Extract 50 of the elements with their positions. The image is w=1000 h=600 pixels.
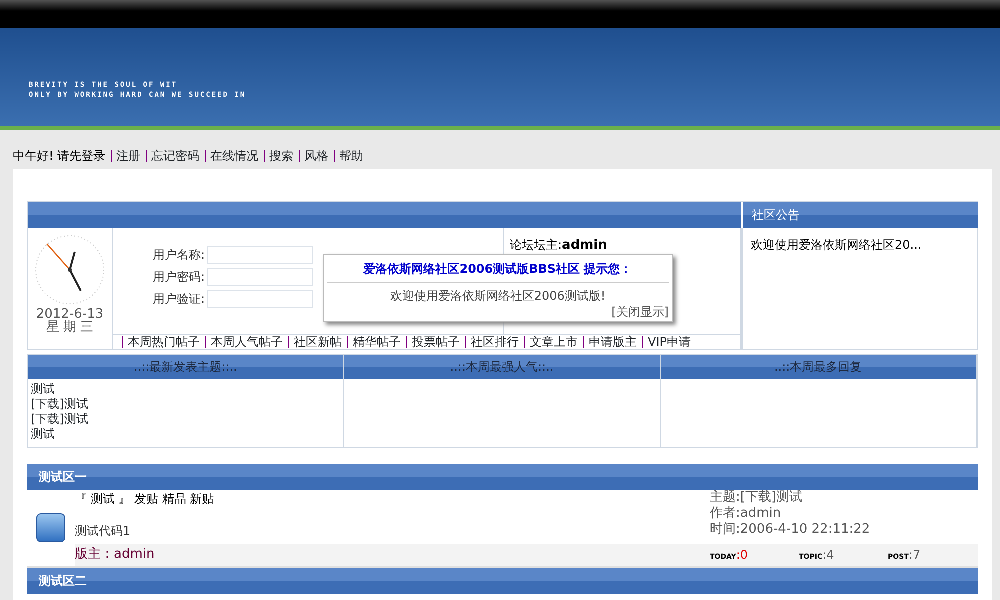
count-value: :7 bbox=[908, 548, 921, 562]
nav-link[interactable]: 忘记密码 bbox=[146, 150, 200, 162]
popup-title: 爱洛依斯网络社区2006测试版BBS社区 提示您： bbox=[327, 257, 669, 283]
forum-description: 测试代码1 bbox=[75, 523, 132, 540]
section-title: 测试区一 bbox=[27, 464, 978, 490]
topic-link[interactable]: 测试 bbox=[31, 427, 340, 442]
count-value: :0 bbox=[736, 548, 748, 562]
forum-name[interactable]: 『 测试 』 发贴 精品 新贴 bbox=[75, 490, 710, 508]
count-value: :4 bbox=[822, 548, 834, 562]
last-time: 时间:2006-4-10 22:11:22 bbox=[710, 522, 872, 538]
topic-link[interactable]: [下载]测试 bbox=[31, 412, 340, 427]
input-field[interactable] bbox=[207, 290, 314, 308]
owner-name: admin bbox=[562, 238, 608, 253]
nav-link[interactable]: 在线情况 bbox=[204, 150, 259, 162]
last-topic[interactable]: 主题:[下载]测试 bbox=[710, 490, 978, 506]
input-field[interactable] bbox=[207, 246, 314, 264]
quick-link[interactable]: 文章上市 bbox=[524, 336, 578, 348]
popup-message: 欢迎使用爱洛依斯网络社区2006测试版! bbox=[390, 288, 606, 304]
weekday-text: 星 期 三 bbox=[45, 321, 95, 334]
field-label: 用户名称: bbox=[153, 247, 206, 264]
field-label: 用户密码: bbox=[153, 269, 206, 286]
quick-link[interactable]: 申请版主 bbox=[583, 336, 637, 348]
topic-link[interactable]: 测试 bbox=[31, 382, 340, 397]
nav-link[interactable]: 搜索 bbox=[264, 150, 294, 162]
column-header: ..::本周最多回复 bbox=[660, 355, 977, 379]
quick-link[interactable]: VIP申请 bbox=[642, 336, 691, 348]
topic-link[interactable]: [下载]测试 bbox=[31, 397, 340, 412]
last-author: 作者:admin bbox=[710, 506, 782, 522]
column-header: ..::本周最强人气::.. bbox=[344, 355, 661, 379]
owner-label: 论坛坛主: bbox=[510, 238, 562, 252]
nav-link[interactable]: 帮助 bbox=[334, 150, 364, 162]
quick-link[interactable]: 社区排行 bbox=[465, 336, 519, 348]
quick-link[interactable]: 社区新帖 bbox=[288, 336, 342, 348]
moderator-text: 版主：admin bbox=[75, 546, 156, 564]
close-link[interactable]: [关闭显示] bbox=[327, 304, 669, 320]
date-text: 2012-6-13 bbox=[35, 308, 105, 321]
forum-icon bbox=[36, 513, 66, 543]
notice-text: 欢迎使用爱洛依斯网络社区20... bbox=[741, 228, 978, 349]
notice-title: 社区公告 bbox=[741, 202, 978, 228]
quick-link[interactable]: 精华帖子 bbox=[347, 336, 401, 348]
quick-link[interactable]: 本周热门帖子 bbox=[122, 336, 200, 348]
input-field[interactable] bbox=[207, 268, 314, 286]
section-title: 测试区二 bbox=[27, 568, 978, 594]
nav-link[interactable]: 风格 bbox=[298, 150, 329, 162]
nav-link[interactable]: 注册 bbox=[110, 150, 141, 162]
column-header: ..::最新发表主题::.. bbox=[28, 355, 344, 379]
greeting-text[interactable]: 中午好! 请先登录 bbox=[13, 146, 106, 164]
quick-link[interactable]: 投票帖子 bbox=[406, 336, 460, 348]
field-label: 用户验证: bbox=[153, 291, 206, 308]
quick-link[interactable]: 本周人气帖子 bbox=[205, 336, 283, 348]
